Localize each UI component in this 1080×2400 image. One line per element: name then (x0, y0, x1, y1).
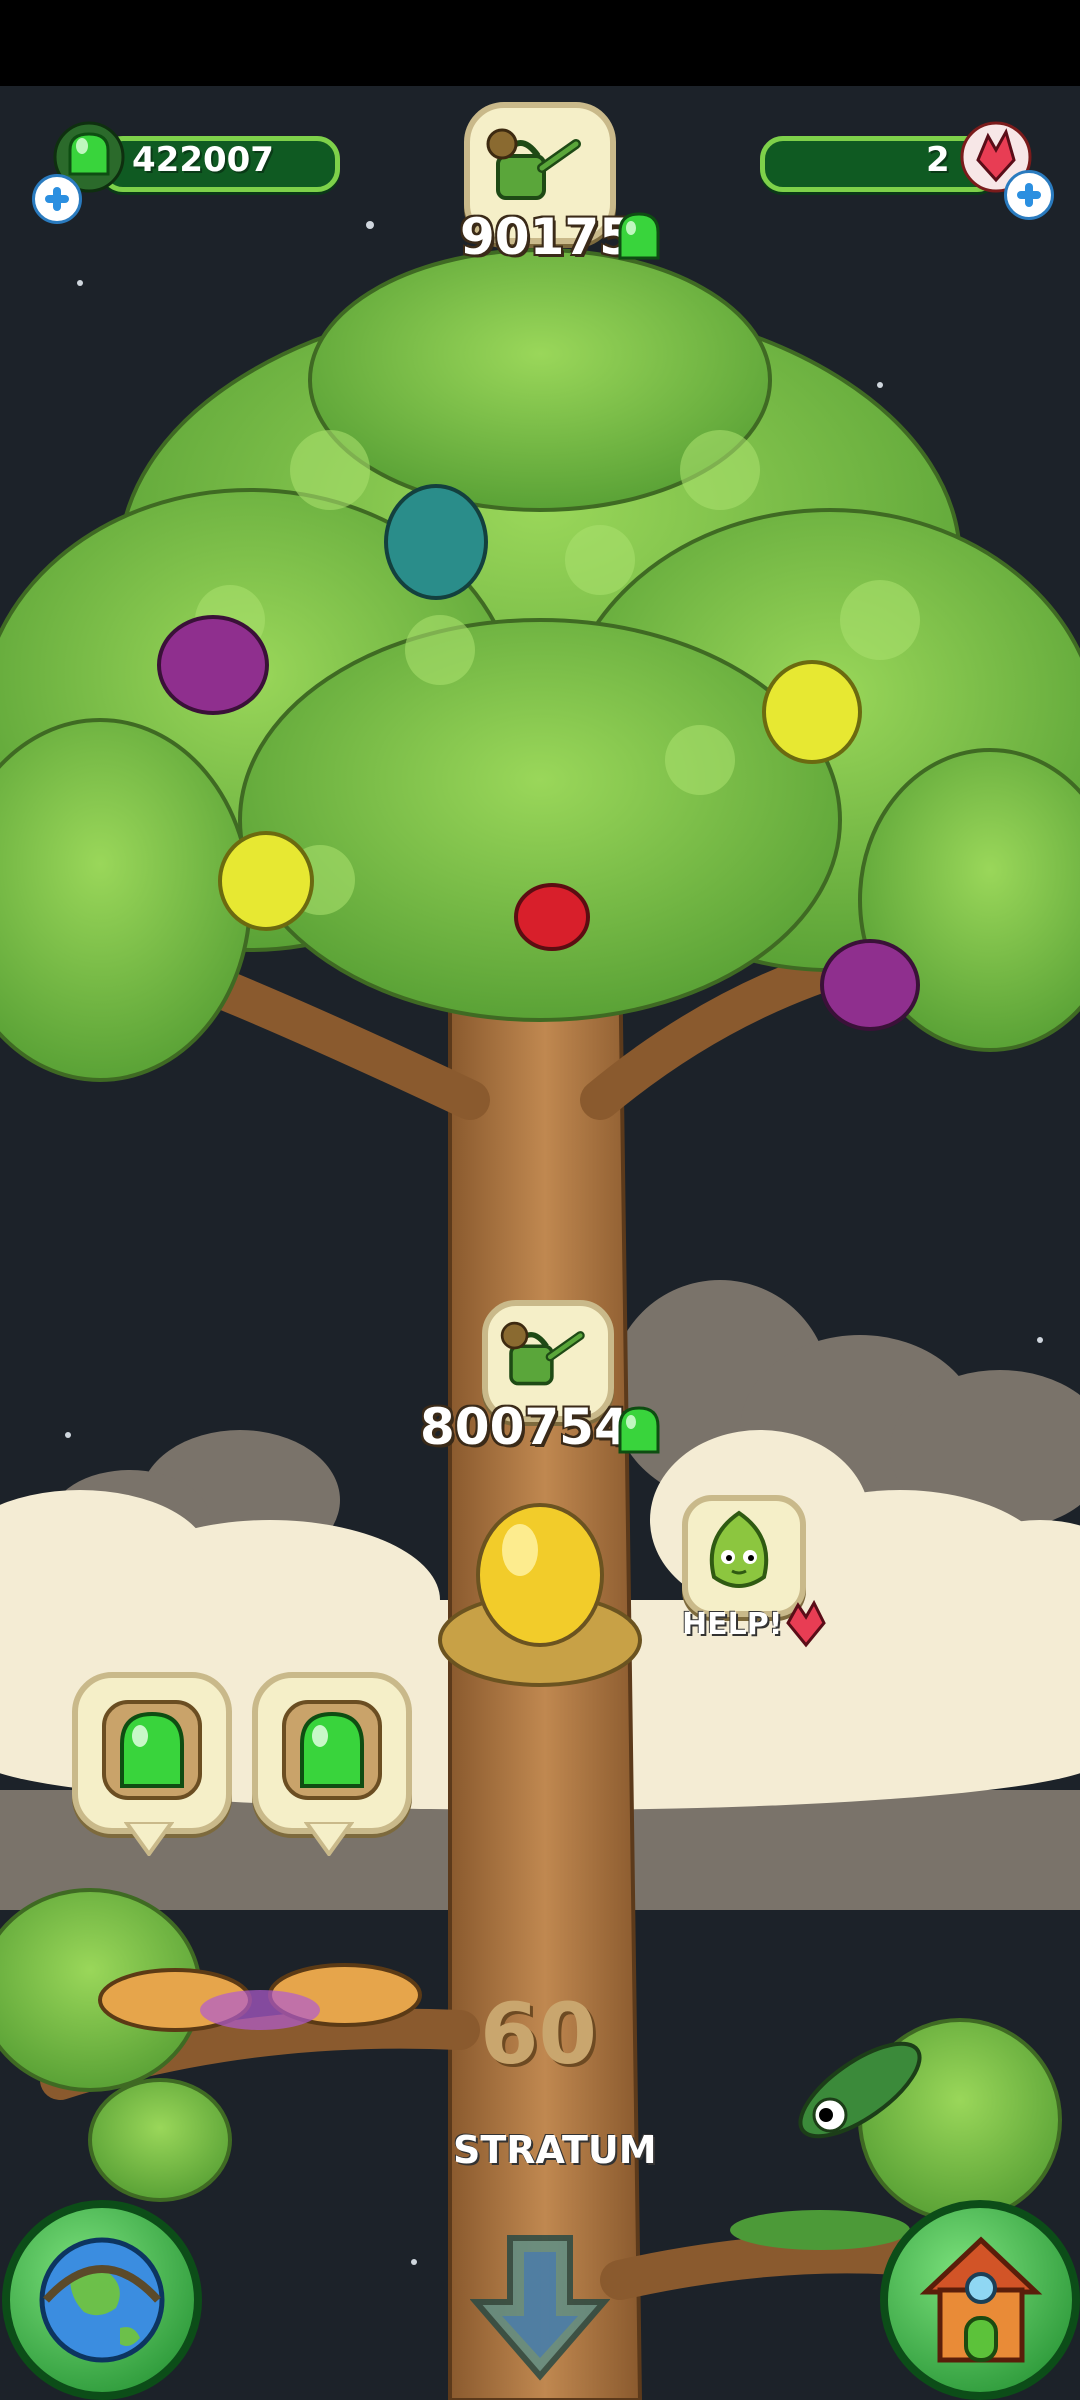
teal-fruit (384, 484, 488, 600)
stratum-label: STRATUM (453, 2128, 657, 2172)
down-arrow-icon (470, 2235, 610, 2381)
red-crystal-icon (786, 1599, 826, 1648)
watering-can-icon (500, 1321, 585, 1386)
globe-icon (39, 2237, 165, 2363)
crystals-value: 2 (926, 140, 950, 180)
yellow-fruit (762, 660, 862, 764)
red-fruit (514, 883, 590, 951)
home-button[interactable] (880, 2200, 1080, 2400)
leaf-creature-icon (709, 1510, 769, 1588)
purple-fruit (820, 939, 920, 1031)
gem-collect-bubble[interactable] (72, 1672, 232, 1862)
top-water-badge[interactable]: 90175 (460, 102, 634, 282)
sleeping-creatures (98, 1963, 422, 2032)
house-icon (919, 2236, 1043, 2363)
down-arrow-button[interactable] (470, 2232, 610, 2382)
gem-collect-bubble[interactable] (252, 1672, 412, 1862)
purple-fruit (157, 615, 269, 715)
add-gems-button[interactable] (32, 174, 82, 224)
gems-counter[interactable]: 422007 (30, 120, 360, 224)
green-gem-icon (618, 1406, 660, 1454)
globe-map-button[interactable] (2, 2200, 202, 2400)
bubble-pointer (304, 1822, 354, 1856)
yellow-fruit (218, 831, 314, 931)
green-gem-icon (102, 1700, 202, 1800)
top-water-cost: 90175 (460, 208, 634, 266)
green-gem-icon (282, 1700, 382, 1800)
green-gem-icon (618, 212, 660, 260)
trunk-water-cost: 800754 (420, 1398, 629, 1456)
stratum-number: 60 (480, 1985, 597, 2083)
add-crystals-button[interactable] (1004, 170, 1054, 220)
crystals-counter[interactable]: 2 (730, 120, 1060, 220)
watering-can-icon (486, 128, 581, 200)
help-label: HELP! (682, 1607, 783, 1642)
status-bar (0, 0, 1080, 86)
help-button[interactable]: HELP! (660, 1495, 840, 1655)
bubble-pointer (124, 1822, 174, 1856)
gems-value: 422007 (132, 140, 274, 180)
